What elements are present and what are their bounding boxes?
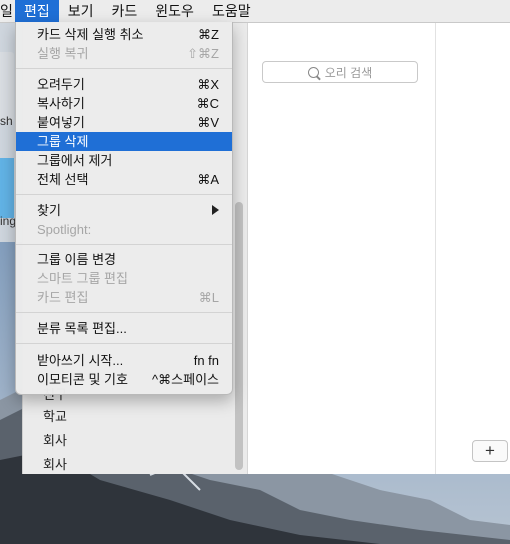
left-strip-text-bottom: ing bbox=[0, 214, 17, 228]
search-icon bbox=[307, 66, 319, 78]
search-field[interactable]: 오리 검색 bbox=[262, 61, 418, 83]
menu-item-edit-card: 카드 편집 ⌘L bbox=[16, 288, 232, 307]
menubar-item-view[interactable]: 보기 bbox=[59, 0, 103, 22]
menu-shortcut: fn fn bbox=[193, 353, 219, 368]
menu-separator bbox=[16, 244, 232, 245]
menu-item-label: 복사하기 bbox=[37, 96, 85, 111]
menu-item-label: 오려두기 bbox=[37, 77, 85, 92]
dock-tile-blue bbox=[0, 158, 14, 218]
menu-separator bbox=[16, 312, 232, 313]
menubar-item-help[interactable]: 도움말 bbox=[203, 0, 260, 22]
menu-item-label: 그룹 삭제 bbox=[37, 134, 89, 149]
menu-item-label: 카드 삭제 실행 취소 bbox=[37, 27, 144, 42]
menu-item-remove-from-group[interactable]: 그룹에서 제거 bbox=[16, 151, 232, 170]
menu-separator bbox=[16, 194, 232, 195]
menubar-item-edit[interactable]: 편집 bbox=[15, 0, 59, 22]
menu-separator bbox=[16, 68, 232, 69]
menu-item-select-all[interactable]: 전체 선택 ⌘A bbox=[16, 170, 232, 189]
menubar-item-card[interactable]: 카드 bbox=[103, 0, 147, 22]
menu-item-label: 그룹 이름 변경 bbox=[37, 252, 116, 267]
menu-item-rename-group[interactable]: 그룹 이름 변경 bbox=[16, 250, 232, 269]
menu-item-label: 분류 목록 편집... bbox=[37, 321, 127, 336]
add-button[interactable]: + bbox=[472, 440, 508, 462]
menu-separator bbox=[16, 343, 232, 344]
menu-shortcut: ⇧⌘Z bbox=[187, 46, 219, 61]
menu-item-edit-category-list[interactable]: 분류 목록 편집... bbox=[16, 319, 232, 338]
menu-item-paste[interactable]: 붙여넣기 ⌘V bbox=[16, 113, 232, 132]
menu-shortcut: ⌘L bbox=[198, 290, 219, 305]
menu-item-delete-group[interactable]: 그룹 삭제 bbox=[16, 132, 232, 151]
menu-shortcut: ^⌘스페이스 bbox=[152, 372, 219, 387]
menu-item-find[interactable]: 찾기 bbox=[16, 201, 232, 220]
menu-item-emoji-symbols[interactable]: 이모티콘 및 기호 ^⌘스페이스 bbox=[16, 370, 232, 389]
menu-item-label: 카드 편집 bbox=[37, 290, 89, 305]
edit-menu: 카드 삭제 실행 취소 ⌘Z 실행 복귀 ⇧⌘Z 오려두기 ⌘X 복사하기 ⌘C… bbox=[15, 22, 233, 395]
menu-item-label: 실행 복귀 bbox=[37, 46, 89, 61]
search-placeholder: 오리 검색 bbox=[324, 65, 373, 80]
menu-item-label: 받아쓰기 시작... bbox=[37, 353, 124, 368]
sidebar-scrollbar[interactable] bbox=[235, 202, 243, 470]
menu-item-label: 스마트 그룹 편집 bbox=[37, 271, 128, 286]
menu-item-start-dictation[interactable]: 받아쓰기 시작... fn fn bbox=[16, 351, 232, 370]
menu-item-undo[interactable]: 카드 삭제 실행 취소 ⌘Z bbox=[16, 25, 232, 44]
menu-item-copy[interactable]: 복사하기 ⌘C bbox=[16, 94, 232, 113]
menu-shortcut: ⌘C bbox=[196, 96, 219, 111]
menu-item-cut[interactable]: 오려두기 ⌘X bbox=[16, 75, 232, 94]
menu-item-edit-smart-group: 스마트 그룹 편집 bbox=[16, 269, 232, 288]
menu-item-spotlight: Spotlight: bbox=[16, 220, 232, 239]
menu-item-label: 찾기 bbox=[37, 203, 61, 218]
menubar-item-file[interactable]: 일 bbox=[0, 0, 15, 22]
menu-item-label: Spotlight: bbox=[37, 222, 92, 237]
menu-shortcut: ⌘Z bbox=[198, 27, 219, 42]
menu-item-label: 전체 선택 bbox=[37, 172, 89, 187]
menu-shortcut: ⌘V bbox=[197, 115, 219, 130]
dock-tile bbox=[0, 52, 14, 122]
menu-shortcut: ⌘A bbox=[197, 172, 219, 187]
submenu-arrow-icon bbox=[212, 201, 219, 220]
sidebar-item[interactable]: 학교 bbox=[43, 406, 67, 425]
menu-shortcut: ⌘X bbox=[197, 77, 219, 92]
left-strip-text-top: sh bbox=[0, 114, 13, 128]
menu-item-redo: 실행 복귀 ⇧⌘Z bbox=[16, 44, 232, 63]
menu-item-label: 붙여넣기 bbox=[37, 115, 85, 130]
pane-divider bbox=[435, 22, 436, 474]
menubar: 일 편집 보기 카드 윈도우 도움말 bbox=[0, 0, 510, 23]
menubar-item-window[interactable]: 윈도우 bbox=[146, 0, 203, 22]
menu-item-label: 그룹에서 제거 bbox=[37, 153, 113, 168]
menu-item-label: 이모티콘 및 기호 bbox=[37, 372, 128, 387]
sidebar-item[interactable]: 회사 bbox=[43, 454, 67, 473]
sidebar-item[interactable]: 회사 bbox=[43, 430, 67, 449]
